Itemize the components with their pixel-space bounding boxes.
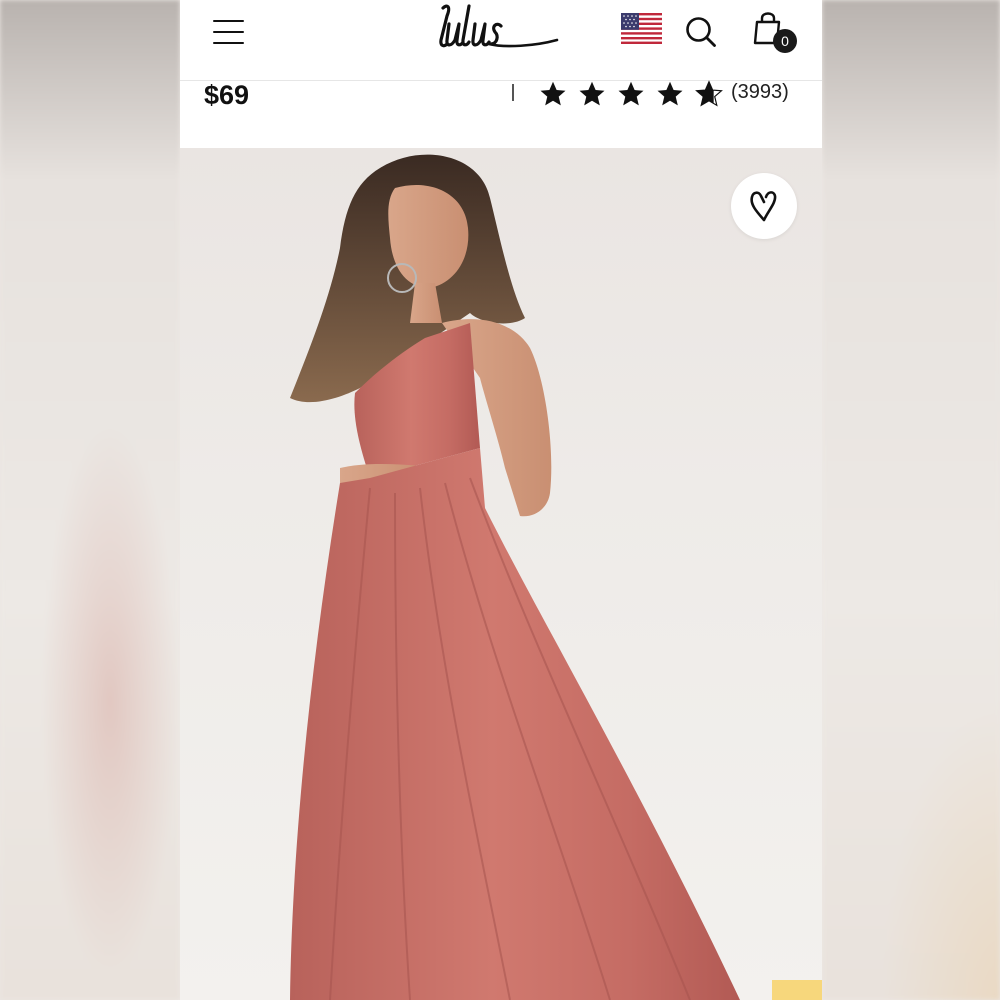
star-full-icon xyxy=(657,81,683,106)
wishlist-button[interactable] xyxy=(731,173,797,239)
review-count-link[interactable]: (3993) xyxy=(731,81,789,104)
site-header: 0 xyxy=(180,0,822,81)
background-blur-left xyxy=(0,0,180,1000)
product-price: $69 xyxy=(204,80,250,110)
product-image[interactable] xyxy=(180,148,822,1000)
mobile-product-page: 0 $69 (3993) xyxy=(180,0,822,1000)
hamburger-menu-icon[interactable] xyxy=(213,20,244,44)
lulus-logo-mark xyxy=(439,4,559,48)
divider xyxy=(512,84,514,101)
us-flag-icon[interactable] xyxy=(621,13,662,44)
cart-count-badge: 0 xyxy=(773,29,797,53)
star-full-icon xyxy=(540,81,566,106)
rating-stars[interactable] xyxy=(538,80,733,108)
background-blur-right xyxy=(822,0,1000,1000)
model-in-dress-illustration xyxy=(290,154,740,1000)
heart-icon xyxy=(750,191,777,222)
star-half-icon xyxy=(695,80,723,107)
shopping-bag-icon[interactable]: 0 xyxy=(753,11,797,53)
corner-badge xyxy=(772,980,822,1000)
product-summary-row: $69 (3993) xyxy=(180,80,822,148)
search-icon[interactable] xyxy=(685,16,717,48)
lulus-logo[interactable] xyxy=(435,0,565,60)
star-full-icon xyxy=(579,81,605,106)
star-full-icon xyxy=(618,81,644,106)
